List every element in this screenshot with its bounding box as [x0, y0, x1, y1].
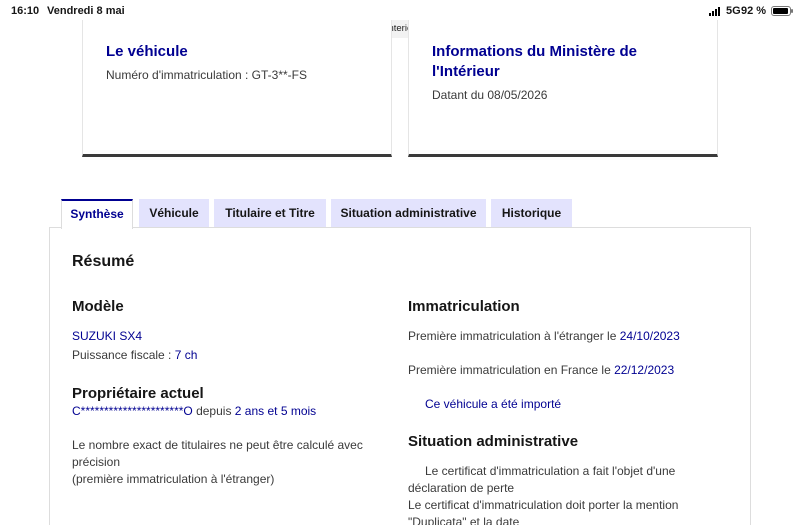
france-label: Première immatriculation en France le: [408, 363, 615, 377]
admin-line-3: Le certificat d'immatriculation doit por…: [408, 498, 679, 512]
owner-since-label: depuis: [192, 404, 235, 418]
summary-title: Résumé: [72, 253, 135, 270]
ministry-card-title: Informations du Ministère de l'Intérieur: [432, 43, 638, 80]
owner-note-2: précision: [72, 455, 121, 469]
owner-heading: Propriétaire actuel: [72, 385, 204, 402]
foreign-date: 24/10/2023: [619, 329, 680, 343]
tab-historique[interactable]: Historique: [491, 199, 572, 228]
ministry-card: Informations du Ministère de l'Intérieur…: [408, 20, 718, 157]
tab-vehicule[interactable]: Véhicule: [139, 199, 209, 228]
fiscal-power-value: 7 ch: [174, 348, 198, 362]
first-registration-foreign: Première immatriculation à l'étranger le…: [408, 328, 680, 344]
owner-note-3: (première immatriculation à l'étranger): [72, 472, 275, 486]
imported-notice: Ce véhicule a été importé: [425, 397, 562, 411]
synthese-panel: Résumé Modèle SUZUKI SX4 Puissance fisca…: [49, 227, 751, 525]
first-registration-france: Première immatriculation en France le 22…: [408, 362, 674, 378]
ministry-data-date: Datant du 08/05/2026: [432, 88, 548, 102]
admin-line-2: déclaration de perte: [408, 481, 515, 495]
france-date: 22/12/2023: [614, 363, 675, 377]
battery-percent: 92 %: [741, 5, 767, 17]
registration-number: Numéro d'immatriculation : GT-3**-FS: [106, 68, 308, 82]
status-time: 16:10: [11, 5, 40, 17]
owner-note-1: Le nombre exact de titulaires ne peut êt…: [72, 438, 363, 452]
admin-heading: Situation administrative: [408, 433, 579, 450]
network-type: 5G: [726, 5, 741, 17]
tab-situation-administrative[interactable]: Situation administrative: [331, 199, 486, 228]
fiscal-power-label: Puissance fiscale :: [72, 348, 175, 362]
owner-since-value: 2 ans et 5 mois: [234, 404, 317, 418]
model-name: SUZUKI SX4: [72, 329, 143, 343]
model-heading: Modèle: [72, 298, 124, 315]
owner-masked-name: C**********************O: [72, 404, 193, 418]
battery-icon: [771, 6, 793, 16]
admin-line-1: Le certificat d'immatriculation a fait l…: [425, 464, 676, 478]
owner-line: C**********************O depuis 2 ans et…: [72, 403, 316, 419]
status-date: Vendredi 8 mai: [47, 5, 125, 17]
registration-heading: Immatriculation: [408, 298, 520, 315]
foreign-label: Première immatriculation à l'étranger le: [408, 329, 620, 343]
tab-titulaire-et-titre[interactable]: Titulaire et Titre: [214, 199, 326, 228]
tab-synthese[interactable]: Synthèse: [61, 199, 133, 229]
vehicle-card-title: Le véhicule: [106, 43, 188, 60]
fiscal-power: Puissance fiscale : 7 ch: [72, 347, 197, 363]
signal-icon: [709, 7, 723, 16]
vehicle-card: Le véhicule Numéro d'immatriculation : G…: [82, 20, 392, 157]
admin-line-4: "Duplicata" et la date: [408, 515, 520, 525]
